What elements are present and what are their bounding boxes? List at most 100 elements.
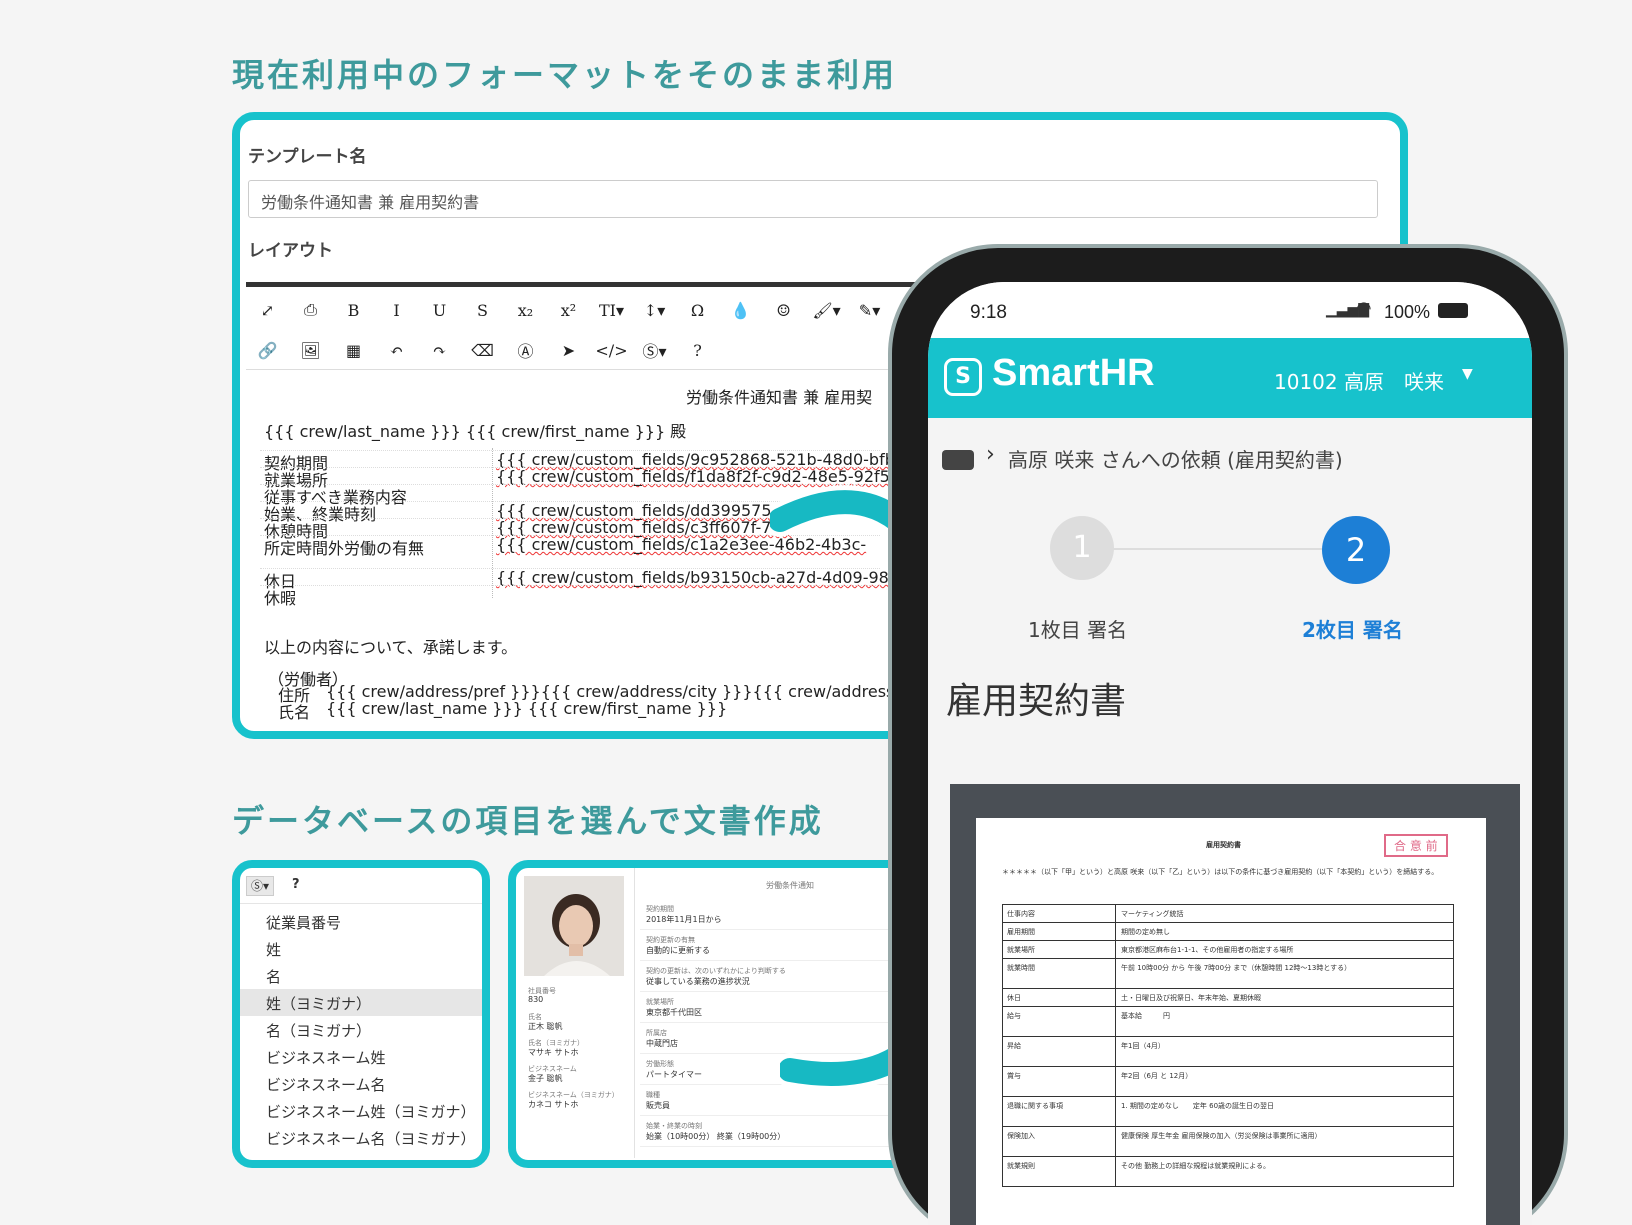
help-icon[interactable]: ? bbox=[676, 341, 719, 360]
preview-intro: ＊＊＊＊＊（以下「甲」という）と高原 咲来（以下「乙」という）は以下の条件に基づ… bbox=[1002, 868, 1439, 876]
special-char-icon[interactable]: Ω bbox=[676, 301, 719, 320]
clear-format-icon[interactable]: Ⓐ bbox=[504, 338, 547, 362]
undo-icon[interactable]: ↶ bbox=[375, 341, 418, 360]
status-bar: 9:18 ▁▃▅▇ ◠ 100% bbox=[928, 282, 1532, 342]
step-2-label: 2枚目 署名 bbox=[1302, 618, 1403, 642]
doc-field-label: 始業・終業の時刻 bbox=[646, 1122, 702, 1130]
consent-stamp: 合 意 前 bbox=[1384, 834, 1448, 857]
step-2-circle[interactable]: 2 bbox=[1322, 516, 1390, 584]
preview-row-value: マーケティング統括 bbox=[1121, 910, 1184, 918]
link-icon[interactable]: 🔗 bbox=[246, 341, 289, 360]
underline-icon[interactable]: U bbox=[418, 301, 461, 320]
name-label: 氏名 bbox=[278, 703, 311, 722]
doc-field-value: 従事している業務の進捗状況 bbox=[646, 977, 750, 986]
preview-row-value: 年1回（4月） bbox=[1121, 1042, 1165, 1050]
panel-divider bbox=[634, 868, 635, 1158]
select-icon[interactable]: ➤ bbox=[547, 341, 590, 360]
code-icon[interactable]: </> bbox=[590, 341, 633, 360]
table-row-label: 所定時間外労働の有無 bbox=[264, 539, 425, 558]
eraser-icon[interactable]: ⌫ bbox=[461, 341, 504, 360]
preview-row-value: 基本給 円 bbox=[1121, 1012, 1170, 1020]
section-heading-bottom: データベースの項目を選んで文書作成 bbox=[232, 802, 824, 840]
italic-icon[interactable]: I bbox=[375, 301, 418, 320]
preview-row-value: 午前 10時00分 から 午後 7時00分 まで（休憩時間 12時〜13時とする… bbox=[1121, 964, 1352, 972]
db-field-item[interactable]: 姓（ヨミガナ） bbox=[266, 993, 371, 1014]
preview-row-label: 就業時間 bbox=[1007, 964, 1035, 972]
highlighter-icon[interactable]: ✎▾ bbox=[848, 301, 891, 320]
db-field-item[interactable]: ビジネスネーム名 bbox=[266, 1074, 386, 1095]
preview-row-divider bbox=[1115, 989, 1116, 1006]
db-field-item[interactable]: 姓 bbox=[266, 939, 281, 960]
preview-table-row: 就業規則 その他 勤務上の詳細な規程は就業規則による。 bbox=[1002, 1157, 1454, 1187]
redo-icon[interactable]: ↷ bbox=[418, 341, 461, 360]
doc-field-value: パートタイマー bbox=[646, 1070, 702, 1079]
profile-field-value: 金子 聡帆 bbox=[528, 1074, 563, 1083]
preview-row-label: 給与 bbox=[1007, 1012, 1021, 1020]
line-height-icon[interactable]: ↕▾ bbox=[633, 301, 676, 320]
db-field-item[interactable]: 名 bbox=[266, 966, 281, 987]
preview-row-divider bbox=[1115, 1037, 1116, 1066]
image-icon[interactable]: 🖼 bbox=[289, 341, 332, 360]
preview-table-row: 休日 土・日曜日及び祝祭日、年末年始、夏期休暇 bbox=[1002, 989, 1454, 1007]
profile-field-value: 正木 聡帆 bbox=[528, 1022, 563, 1031]
doc-field-label: 職種 bbox=[646, 1091, 660, 1099]
profile-field-value: マサキ サトホ bbox=[528, 1048, 579, 1057]
toolbar-row-2: 🔗 🖼 ▦ ↶ ↷ ⌫ Ⓐ ➤ </> Ⓢ▾? bbox=[246, 331, 719, 369]
preview-row-value: 期間の定め無し bbox=[1121, 928, 1170, 936]
fullscreen-icon[interactable]: ⤢ bbox=[246, 301, 289, 320]
preview-row-divider bbox=[1115, 923, 1116, 940]
document-title: 労働条件通知書 兼 雇用契 bbox=[686, 388, 873, 407]
preview-row-label: 休日 bbox=[1007, 994, 1021, 1002]
template-name-input[interactable]: 労働条件通知書 兼 雇用契約書 bbox=[248, 180, 1378, 218]
preview-table-row: 仕事内容 マーケティング統括 bbox=[1002, 905, 1454, 923]
user-menu[interactable]: 10102 高原 咲来 bbox=[1274, 366, 1444, 395]
preview-row-value: 年2回（6月 と 12月） bbox=[1121, 1072, 1193, 1080]
db-field-item[interactable]: 名（ヨミガナ） bbox=[266, 1020, 371, 1041]
db-field-item[interactable]: ビジネスネーム名（ヨミガナ） bbox=[266, 1128, 476, 1149]
doc-field-label: 所属店 bbox=[646, 1029, 667, 1037]
db-panel-toolbar: Ⓢ▾ ? bbox=[240, 868, 482, 904]
superscript-icon[interactable]: x² bbox=[547, 301, 590, 320]
preview-row-divider bbox=[1115, 1067, 1116, 1096]
step-1-label: 1枚目 署名 bbox=[1028, 618, 1128, 642]
preview-row-value: その他 勤務上の詳細な規程は就業規則による。 bbox=[1121, 1162, 1271, 1170]
inbox-icon[interactable] bbox=[942, 450, 974, 470]
print-icon[interactable]: ⎙ bbox=[289, 300, 332, 320]
smarthr-field-icon[interactable]: Ⓢ▾ bbox=[633, 338, 676, 362]
preview-row-label: 仕事内容 bbox=[1007, 910, 1035, 918]
emoji-icon[interactable]: ☺ bbox=[762, 301, 805, 320]
db-field-item[interactable]: ビジネスネーム姓 bbox=[266, 1047, 386, 1068]
text-size-icon[interactable]: TI▾ bbox=[590, 301, 633, 320]
help-icon[interactable]: ? bbox=[292, 877, 300, 892]
bold-icon[interactable]: B bbox=[332, 301, 375, 320]
db-field-item[interactable]: ビジネスネーム姓（ヨミガナ） bbox=[266, 1101, 476, 1122]
color-icon[interactable]: 💧 bbox=[719, 301, 762, 320]
preview-table-row: 給与 基本給 円 bbox=[1002, 1007, 1454, 1037]
profile-doc-title: 労働条件通知 bbox=[766, 881, 814, 890]
document-preview-page: 雇用契約書 合 意 前 ＊＊＊＊＊（以下「甲」という）と高原 咲来（以下「乙」と… bbox=[976, 818, 1486, 1225]
app-name[interactable]: SmartHR bbox=[992, 352, 1155, 395]
strikethrough-icon[interactable]: S bbox=[461, 301, 504, 320]
employee-photo bbox=[524, 876, 624, 976]
preview-row-label: 就業場所 bbox=[1007, 946, 1035, 954]
db-field-item[interactable]: 従業員番号 bbox=[266, 912, 341, 933]
document-preview-card[interactable]: 雇用契約書 合 意 前 ＊＊＊＊＊（以下「甲」という）と高原 咲来（以下「乙」と… bbox=[950, 784, 1520, 1225]
preview-row-divider bbox=[1115, 1127, 1116, 1156]
brush-icon[interactable]: 🖌▾ bbox=[805, 301, 848, 320]
table-icon[interactable]: ▦ bbox=[332, 341, 375, 360]
status-time: 9:18 bbox=[970, 302, 1007, 323]
agreement-text: 以上の内容について、承諾します。 bbox=[264, 638, 518, 657]
doc-field-value: 2018年11月1日から bbox=[646, 915, 722, 924]
phone-screen: 9:18 ▁▃▅▇ ◠ 100% S SmartHR 10102 高原 咲来 ▼… bbox=[928, 282, 1532, 1225]
chevron-down-icon[interactable]: ▼ bbox=[1462, 366, 1473, 382]
doc-field-label: 契約期間 bbox=[646, 905, 674, 913]
step-1-circle[interactable]: 1 bbox=[1050, 516, 1114, 580]
smarthr-field-dropdown-icon[interactable]: Ⓢ▾ bbox=[246, 876, 274, 896]
toolbar-row-1: ⤢ ⎙ B I U Sx₂ x² TI▾ ↕▾ Ω 💧 ☺ 🖌▾ ✎▾ bbox=[246, 291, 891, 329]
preview-row-value: 東京都港区麻布台1-1-1、その他雇用者の指定する場所 bbox=[1121, 946, 1294, 954]
smarthr-logo-icon[interactable]: S bbox=[944, 358, 982, 396]
battery-percent: 100% bbox=[1384, 302, 1431, 322]
preview-row-label: 昇給 bbox=[1007, 1042, 1021, 1050]
subscript-icon[interactable]: x₂ bbox=[504, 301, 547, 320]
preview-row-value: 健康保険 厚生年金 雇用保険の加入（労災保険は事業所に適用） bbox=[1121, 1132, 1322, 1140]
